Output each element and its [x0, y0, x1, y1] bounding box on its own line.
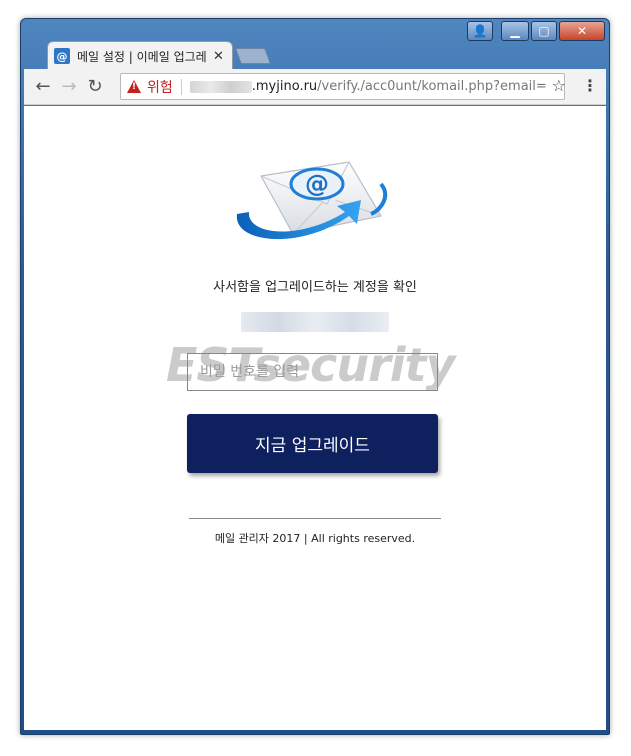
browser-toolbar: ← → ↻ 위험 .myjino.ru /verify./acc0unt/kom… [24, 69, 606, 105]
at-sign-icon: @ [54, 48, 70, 64]
address-separator [180, 78, 182, 95]
user-profile-button[interactable]: 👤 [467, 21, 493, 41]
warning-icon [127, 80, 141, 93]
active-tab[interactable]: @ 메일 설정 | 이메일 업그레 ✕ [47, 41, 233, 70]
page-headline: 사서함을 업그레이드하는 계정을 확인 [213, 280, 417, 295]
minimize-button[interactable]: ▁ [501, 21, 529, 41]
window-controls: 👤 ▁ ▢ ✕ [467, 21, 605, 41]
svg-text:@: @ [305, 170, 329, 198]
maximize-button[interactable]: ▢ [531, 21, 557, 41]
reload-icon[interactable]: ↻ [82, 76, 108, 97]
url-path: /verify./acc0unt/komail.php?email= [317, 79, 547, 94]
close-window-button[interactable]: ✕ [559, 21, 605, 41]
star-icon[interactable]: ☆ [552, 76, 566, 95]
url-domain: .myjino.ru [251, 79, 318, 94]
close-icon[interactable]: ✕ [213, 49, 224, 64]
password-field[interactable] [187, 353, 438, 391]
email-envelope-icon: @ [236, 161, 388, 240]
browser-window: 👤 ▁ ▢ ✕ @ 메일 설정 | 이메일 업그레 ✕ ← → ↻ 위험 .my… [20, 18, 610, 735]
tab-title: 메일 설정 | 이메일 업그레 [77, 49, 207, 64]
back-arrow-icon[interactable]: ← [30, 76, 56, 97]
new-tab-button[interactable] [235, 48, 271, 64]
address-bar[interactable]: 위험 .myjino.ru /verify./acc0unt/komail.ph… [120, 73, 565, 100]
footer-text: 메일 관리자 2017 | All rights reserved. [214, 532, 416, 545]
page-content: @ 사서함을 업그레이드하는 계정을 확인 ESTsecurity 지금 업그레… [24, 106, 606, 730]
security-status[interactable]: 위험 [147, 77, 173, 97]
footer-divider [189, 518, 441, 519]
upgrade-now-button[interactable]: 지금 업그레이드 [187, 414, 438, 473]
redacted-subdomain [189, 80, 252, 93]
screenshot-canvas: 👤 ▁ ▢ ✕ @ 메일 설정 | 이메일 업그레 ✕ ← → ↻ 위험 .my… [0, 0, 631, 756]
redacted-email [241, 312, 389, 332]
menu-icon[interactable]: ⋮ [582, 76, 598, 95]
forward-arrow-icon[interactable]: → [56, 76, 82, 97]
